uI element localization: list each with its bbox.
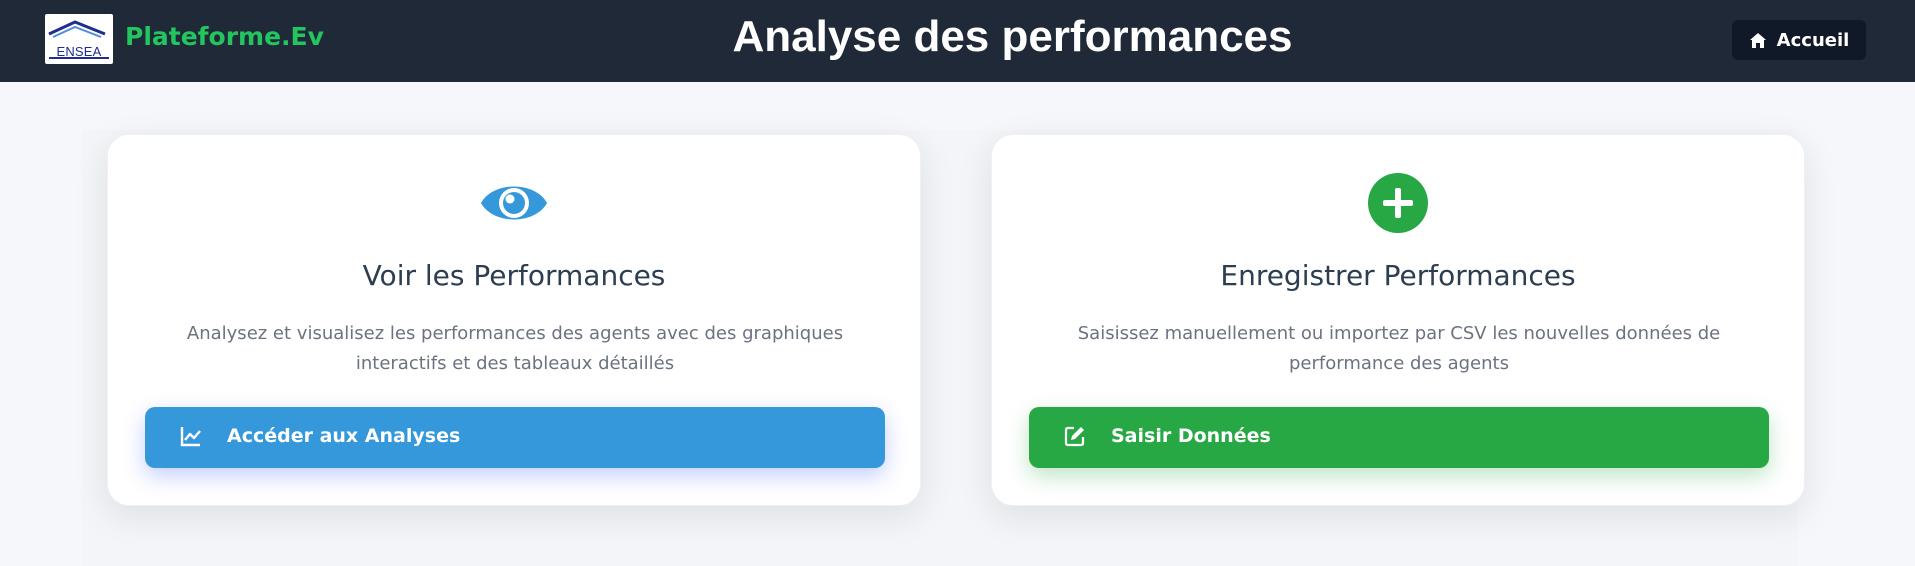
card-title: Voir les Performances [362, 259, 666, 292]
edit-icon [1064, 426, 1085, 447]
access-analyses-button[interactable]: Accéder aux Analyses [145, 407, 885, 468]
page-title: Analyse des performances [732, 12, 1293, 61]
top-navbar: ENSEA Plateforme.Ev Analyse des performa… [0, 0, 1915, 82]
card-title: Enregistrer Performances [1220, 259, 1576, 292]
plus-circle-icon [1368, 173, 1428, 233]
chart-line-icon [180, 427, 201, 447]
eye-icon [481, 186, 547, 220]
enter-data-button[interactable]: Saisir Données [1029, 407, 1769, 468]
view-performance-card: Voir les Performances Analysez et visual… [107, 134, 921, 506]
enter-data-label: Saisir Données [1111, 425, 1271, 447]
home-button[interactable]: Accueil [1732, 20, 1866, 60]
access-analyses-label: Accéder aux Analyses [227, 425, 461, 447]
card-description: Analysez et visualisez les performances … [186, 323, 844, 374]
card-description: Saisissez manuellement ou importez par C… [1077, 323, 1721, 374]
record-performance-card: Enregistrer Performances Saisissez manue… [991, 134, 1805, 506]
home-button-label: Accueil [1776, 29, 1850, 51]
home-icon [1749, 32, 1766, 48]
